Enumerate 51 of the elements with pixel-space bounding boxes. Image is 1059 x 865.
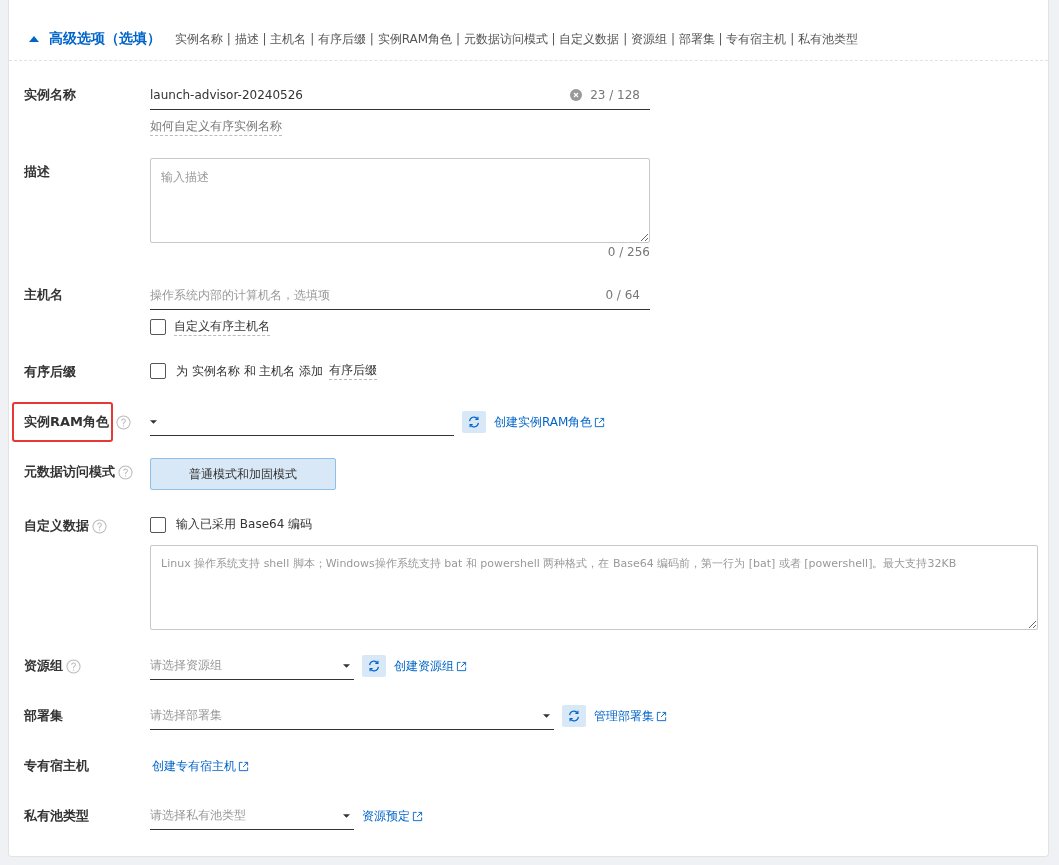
checkbox[interactable] bbox=[150, 319, 166, 335]
section-summary: 实例名称 | 描述 | 主机名 | 有序后缀 | 实例RAM角色 | 元数据访问模式 | 自定义数据 | 资源组 | 部署集 | 专有宿主机 | 私有池类型 bbox=[175, 30, 859, 48]
external-link[interactable]: 创建资源组 bbox=[394, 657, 467, 675]
field-label: 私有池类型 bbox=[24, 807, 89, 825]
clear-icon[interactable] bbox=[570, 89, 583, 101]
external-link-icon bbox=[238, 760, 249, 772]
external-link[interactable]: 管理部署集 bbox=[594, 707, 667, 725]
help-link[interactable]: 如何自定义有序实例名称 bbox=[150, 118, 282, 136]
field-label: 描述 bbox=[24, 163, 50, 181]
external-link[interactable]: 创建专有宿主机 bbox=[152, 757, 249, 775]
checkbox-label[interactable]: 输入已采用 Base64 编码 bbox=[176, 516, 313, 533]
refresh-button[interactable] bbox=[362, 655, 386, 677]
user-data-field[interactable]: Linux 操作系统支持 shell 脚本；Windows操作系统支持 bat 和 powershell 两种格式，在 Base64 编码前，第一行为 [bat] 或者 [powershell]。最大支持32KB bbox=[150, 545, 1038, 630]
refresh-icon bbox=[467, 415, 481, 429]
help-link[interactable]: 有序后缀 bbox=[329, 362, 378, 380]
character-counter: 23 / 128 bbox=[590, 88, 640, 102]
field-label: 实例RAM角色 bbox=[12, 402, 113, 442]
external-link-icon bbox=[412, 810, 423, 822]
caret-icon bbox=[543, 713, 550, 718]
field-label: 实例名称 bbox=[24, 86, 76, 104]
external-link-icon bbox=[594, 416, 606, 428]
external-link-icon bbox=[656, 710, 667, 722]
caret-icon bbox=[150, 419, 157, 424]
field-label: 资源组 bbox=[24, 657, 63, 675]
checkbox[interactable] bbox=[150, 363, 166, 379]
description-field[interactable]: 输入描述 bbox=[150, 158, 650, 243]
section-toggle[interactable]: 高级选项（选填） bbox=[25, 30, 161, 48]
field-label: 主机名 bbox=[24, 286, 63, 304]
field-label: 自定义数据 bbox=[24, 517, 89, 535]
checkbox[interactable] bbox=[150, 516, 166, 533]
checkbox-label[interactable]: 自定义有序主机名 bbox=[174, 318, 270, 336]
caret-icon bbox=[343, 813, 350, 818]
refresh-button[interactable] bbox=[562, 705, 586, 727]
character-counter: 0 / 256 bbox=[607, 245, 650, 259]
field-label: 部署集 bbox=[24, 707, 63, 725]
checkbox-label[interactable]: 为 实例名称 和 主机名 添加 bbox=[176, 362, 324, 380]
field-label: 专有宿主机 bbox=[24, 757, 89, 775]
caret-icon bbox=[29, 36, 39, 42]
text-field[interactable]: launch-advisor-20240526 bbox=[150, 88, 563, 102]
external-link-icon bbox=[456, 660, 467, 672]
text-field[interactable]: 操作系统内部的计算机名，选填项 bbox=[150, 288, 598, 302]
mode-option[interactable]: 普通模式和加固模式 bbox=[150, 458, 336, 490]
field-label: 有序后缀 bbox=[24, 363, 76, 381]
refresh-icon bbox=[367, 659, 381, 673]
caret-icon bbox=[343, 663, 350, 668]
external-link[interactable]: 资源预定 bbox=[362, 807, 423, 825]
field-label: 元数据访问模式 bbox=[24, 463, 115, 481]
character-counter: 0 / 64 bbox=[605, 288, 640, 302]
refresh-button[interactable] bbox=[462, 411, 486, 433]
external-link[interactable]: 创建实例RAM角色 bbox=[494, 413, 606, 431]
refresh-icon bbox=[567, 709, 581, 723]
